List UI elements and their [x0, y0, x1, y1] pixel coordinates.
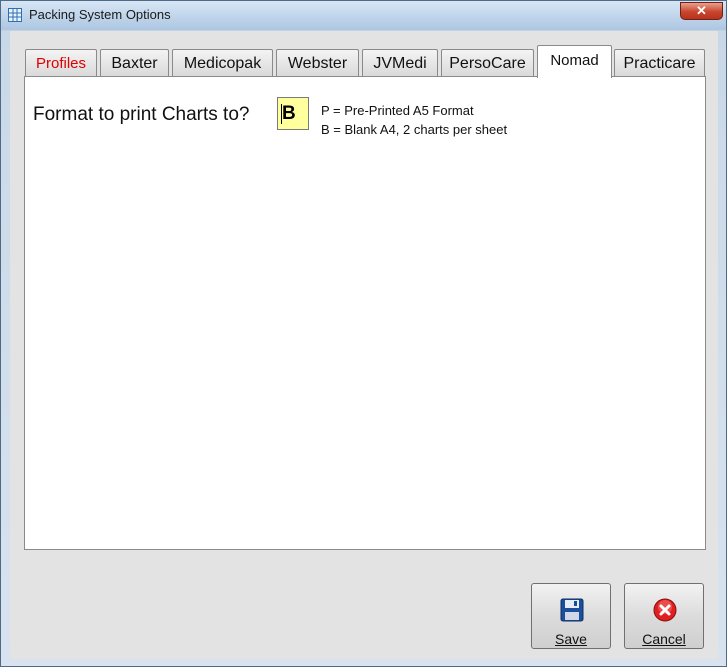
hint-preprinted-a5: P = Pre-Printed A5 Format — [321, 103, 474, 118]
tab-jvmedi[interactable]: JVMedi — [362, 49, 438, 77]
window-title: Packing System Options — [29, 7, 171, 22]
grid-app-icon — [8, 8, 22, 22]
nomad-tab-panel: Format to print Charts to? B P = Pre-Pri… — [24, 76, 706, 550]
title-bar[interactable]: Packing System Options ✕ — [1, 1, 726, 29]
hint-blank-a4: B = Blank A4, 2 charts per sheet — [321, 122, 508, 137]
tab-baxter[interactable]: Baxter — [100, 49, 169, 77]
dialog-client-area: Profiles Baxter Medicopak Webster JVMedi… — [10, 31, 718, 659]
cancel-button[interactable]: Cancel — [624, 583, 704, 649]
save-button-label: Save — [555, 631, 587, 647]
tab-profiles[interactable]: Profiles — [25, 49, 97, 77]
save-button[interactable]: Save — [531, 583, 611, 649]
tab-practicare[interactable]: Practicare — [614, 49, 705, 77]
tab-persocare[interactable]: PersoCare — [441, 49, 534, 77]
tab-bar: Profiles Baxter Medicopak Webster JVMedi… — [25, 45, 715, 78]
cancel-x-icon — [653, 598, 677, 622]
cancel-button-label: Cancel — [642, 631, 686, 647]
tab-nomad[interactable]: Nomad — [537, 45, 612, 78]
packing-system-options-window: Packing System Options ✕ Profiles Baxter… — [0, 0, 727, 667]
tab-medicopak[interactable]: Medicopak — [172, 49, 273, 77]
floppy-disk-icon — [560, 598, 584, 622]
close-button[interactable]: ✕ — [680, 2, 723, 20]
tab-webster[interactable]: Webster — [276, 49, 359, 77]
print-format-question: Format to print Charts to? — [33, 104, 250, 125]
chart-format-input[interactable]: B — [277, 97, 309, 130]
